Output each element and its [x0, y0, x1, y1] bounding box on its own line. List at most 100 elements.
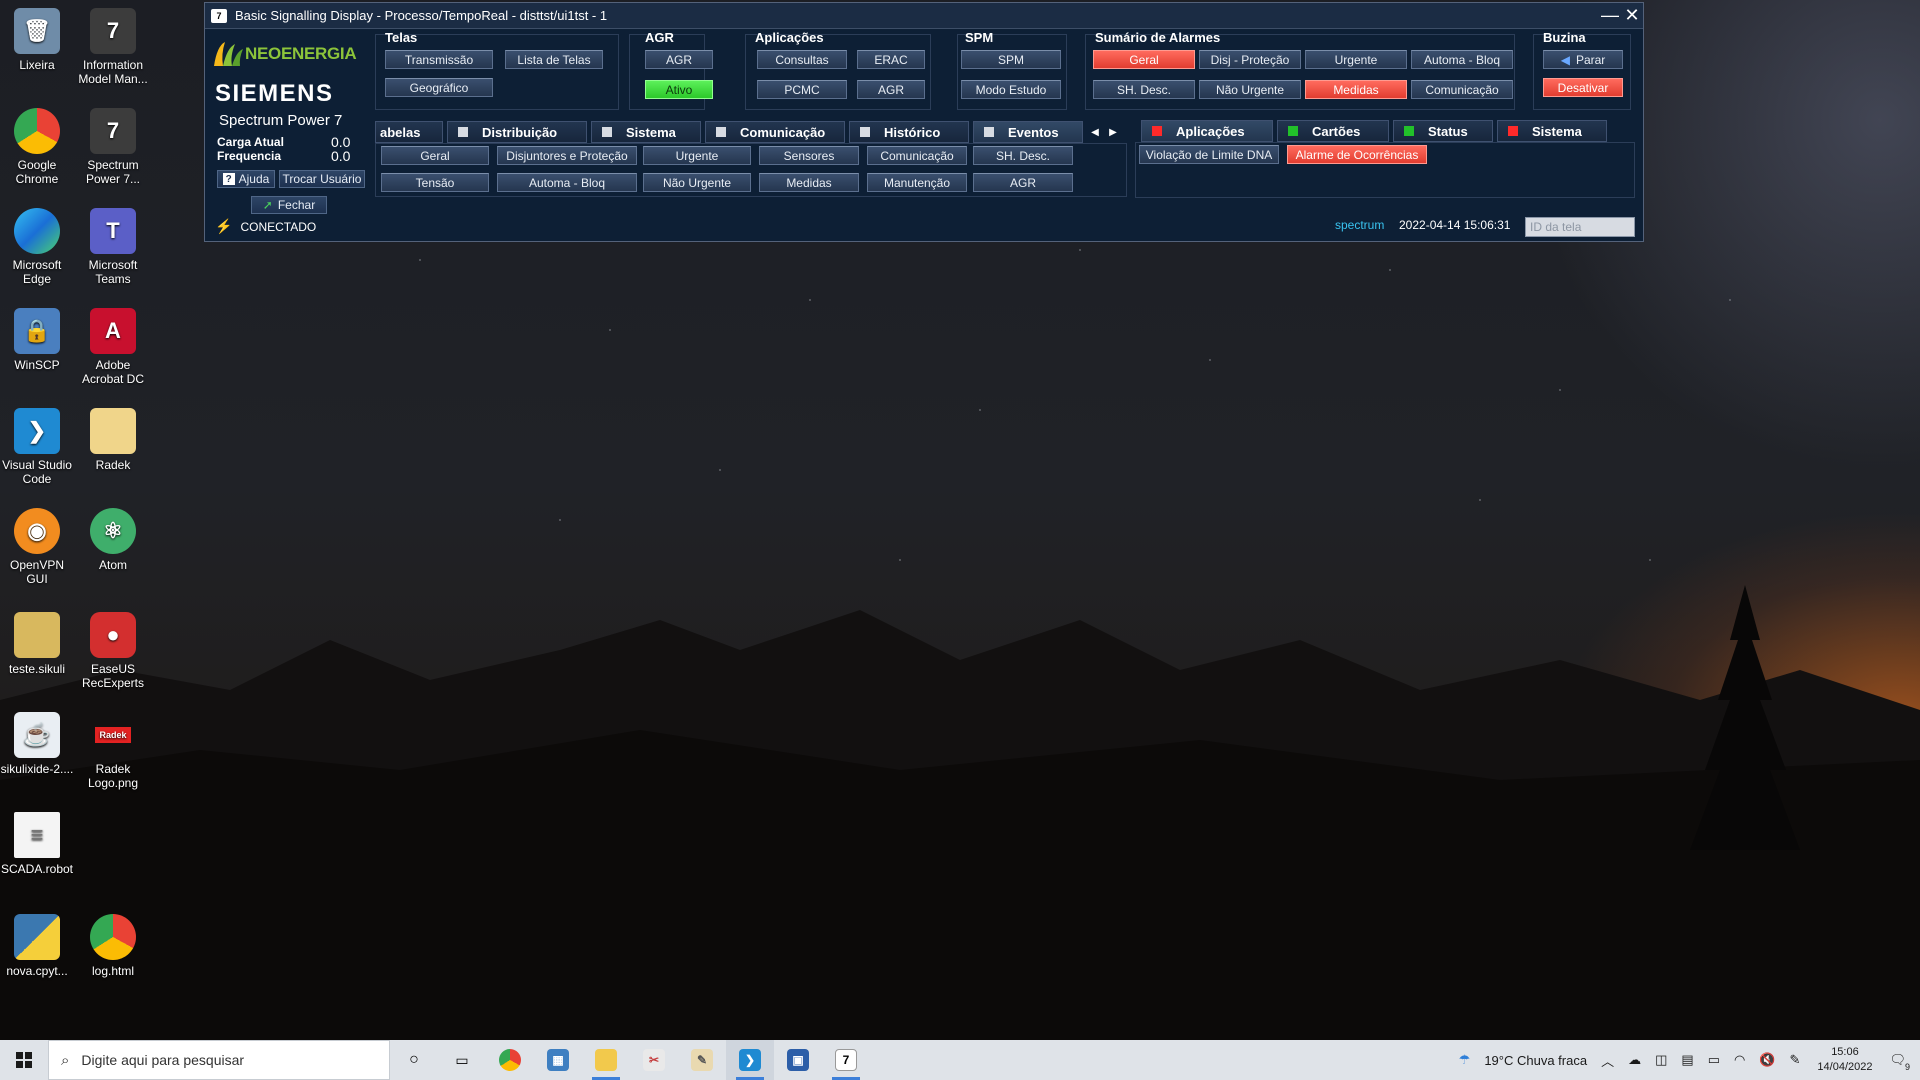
tab-distribuicao[interactable]: Distribuição [447, 121, 587, 143]
alarme-ocorrencias-button[interactable]: Alarme de Ocorrências [1287, 145, 1427, 164]
erac-button[interactable]: ERAC [857, 50, 925, 69]
evento-comunicacao-button[interactable]: Comunicação [867, 146, 967, 165]
evento-geral-button[interactable]: Geral [381, 146, 489, 165]
taskbar-snip-tool[interactable]: ✂ [630, 1040, 678, 1080]
shortcut-label: log.html [91, 964, 135, 978]
vscode-shortcut[interactable]: ❯ Visual Studio Code [0, 408, 74, 486]
evento-manutencao-button[interactable]: Manutenção [867, 173, 967, 192]
monitor-icon[interactable]: ◫ [1655, 1052, 1667, 1068]
winscp-shortcut[interactable]: 🔒 WinSCP [0, 308, 74, 372]
window-titlebar[interactable]: 7 Basic Signalling Display - Processo/Te… [205, 3, 1643, 29]
chevron-up-icon[interactable]: ︿ [1601, 1051, 1614, 1070]
tab-historico[interactable]: Histórico [849, 121, 969, 143]
teams-shortcut[interactable]: T Microsoft Teams [76, 208, 150, 286]
taskbar-chrome[interactable] [486, 1040, 534, 1080]
radek-logo-shortcut[interactable]: Radek Radek Logo.png [76, 712, 150, 790]
log-html-shortcut[interactable]: log.html [76, 914, 150, 978]
desativar-buzina-button[interactable]: Desativar [1543, 78, 1623, 97]
alarme-geral-button[interactable]: Geral [1093, 50, 1195, 69]
parar-buzina-button[interactable]: ◀ Parar [1543, 50, 1623, 69]
taskbar-clock[interactable]: 15:06 14/04/2022 [1817, 1045, 1872, 1075]
nova-cpyt-shortcut[interactable]: nova.cpyt... [0, 914, 74, 978]
alarme-disj-protecao-button[interactable]: Disj - Proteção [1199, 50, 1301, 69]
agr-ativo-indicator[interactable]: Ativo [645, 80, 713, 99]
evento-sensores-button[interactable]: Sensores [759, 146, 859, 165]
trocar-usuario-button[interactable]: Trocar Usuário [279, 170, 365, 188]
tab-comunicacao[interactable]: Comunicação [705, 121, 845, 143]
chrome-shortcut[interactable]: Google Chrome [0, 108, 74, 186]
evento-medidas-button[interactable]: Medidas [759, 173, 859, 192]
alarme-urgente-button[interactable]: Urgente [1305, 50, 1407, 69]
volume-muted-icon[interactable]: 🔇 [1759, 1052, 1775, 1068]
display-icon[interactable]: ▤ [1681, 1052, 1693, 1068]
tab-scroll-right-icon[interactable]: ▶ [1105, 123, 1121, 141]
evento-nao-urgente-button[interactable]: Não Urgente [643, 173, 751, 192]
evento-automa-bloq-button[interactable]: Automa - Bloq [497, 173, 637, 192]
alarme-sh-desc-button[interactable]: SH. Desc. [1093, 80, 1195, 99]
wifi-icon[interactable]: ◠ [1734, 1052, 1745, 1068]
evento-disjuntores-button[interactable]: Disjuntores e Proteção [497, 146, 637, 165]
taskbar-network-tool[interactable]: ▦ [534, 1040, 582, 1080]
modo-estudo-button[interactable]: Modo Estudo [961, 80, 1061, 99]
taskbar-search[interactable]: ⌕ Digite aqui para pesquisar [48, 1040, 390, 1080]
fechar-button[interactable]: ➚ Fechar [251, 196, 327, 214]
evento-urgente-button[interactable]: Urgente [643, 146, 751, 165]
onedrive-icon[interactable]: ☁ [1628, 1052, 1641, 1068]
tab-aplicacoes[interactable]: Aplicações [1141, 120, 1273, 142]
taskbar-file-explorer[interactable] [582, 1040, 630, 1080]
information-model-shortcut[interactable]: 7 Information Model Man... [76, 8, 150, 86]
spectrum-power-shortcut[interactable]: 7 Spectrum Power 7... [76, 108, 150, 186]
consultas-button[interactable]: Consultas [757, 50, 847, 69]
tab-alarm-indicator [1508, 126, 1518, 136]
recycle-bin-shortcut[interactable]: 🗑 Lixeira [0, 8, 74, 72]
id-da-tela-input[interactable]: ID da tela [1525, 217, 1635, 237]
radek-folder-shortcut[interactable]: Radek [76, 408, 150, 472]
alarme-nao-urgente-button[interactable]: Não Urgente [1199, 80, 1301, 99]
lista-de-telas-button[interactable]: Lista de Telas [505, 50, 603, 69]
pcmc-button[interactable]: PCMC [757, 80, 847, 99]
battery-icon[interactable]: ▭ [1708, 1052, 1720, 1068]
tab-status[interactable]: Status [1393, 120, 1493, 142]
evento-tensao-button[interactable]: Tensão [381, 173, 489, 192]
tab-cartoes[interactable]: Cartões [1277, 120, 1389, 142]
atom-shortcut[interactable]: ⚛ Atom [76, 508, 150, 572]
scada-robot-shortcut[interactable]: ≡ SCADA.robot [0, 812, 74, 876]
ajuda-button[interactable]: ? Ajuda [217, 170, 275, 188]
taskbar-remote-desktop[interactable]: ▣ [774, 1040, 822, 1080]
teste-sikuli-shortcut[interactable]: teste.sikuli [0, 612, 74, 676]
close-button[interactable]: ✕ [1621, 5, 1643, 27]
sikulixide-shortcut[interactable]: ☕ sikulixide-2.... [0, 712, 74, 776]
spm-button[interactable]: SPM [961, 50, 1061, 69]
alarm-summary-title: Sumário de Alarmes [1095, 30, 1221, 45]
alarme-comunicacao-button[interactable]: Comunicação [1411, 80, 1513, 99]
taskbar-paint[interactable]: ✎ [678, 1040, 726, 1080]
alarme-automa-bloq-button[interactable]: Automa - Bloq [1411, 50, 1513, 69]
taskbar-spectrum[interactable]: 7 [822, 1040, 870, 1080]
tab-sistema[interactable]: Sistema [591, 121, 701, 143]
taskbar-vscode[interactable]: ❯ [726, 1040, 774, 1080]
minimize-button[interactable]: — [1599, 5, 1621, 27]
cortana-button[interactable]: ○ [390, 1040, 438, 1080]
weather-text[interactable]: 19°C Chuva fraca [1484, 1053, 1587, 1068]
agr-button[interactable]: AGR [645, 50, 713, 69]
violacao-limite-button[interactable]: Violação de Limite DNA [1139, 145, 1279, 164]
start-button[interactable] [0, 1040, 48, 1080]
tab-tabelas[interactable]: abelas [375, 121, 443, 143]
tab-ok-indicator [1404, 126, 1414, 136]
tab-scroll-left-icon[interactable]: ◀ [1087, 123, 1103, 141]
aplicacoes-agr-button[interactable]: AGR [857, 80, 925, 99]
evento-agr-button[interactable]: AGR [973, 173, 1073, 192]
tab-eventos[interactable]: Eventos [973, 121, 1083, 143]
transmissao-button[interactable]: Transmissão [385, 50, 493, 69]
openvpn-shortcut[interactable]: ◉ OpenVPN GUI [0, 508, 74, 586]
tab-sistema-right[interactable]: Sistema [1497, 120, 1607, 142]
geografico-button[interactable]: Geográfico [385, 78, 493, 97]
alarme-medidas-button[interactable]: Medidas [1305, 80, 1407, 99]
easeus-shortcut[interactable]: ● EaseUS RecExperts [76, 612, 150, 690]
acrobat-shortcut[interactable]: A Adobe Acrobat DC [76, 308, 150, 386]
evento-sh-desc-button[interactable]: SH. Desc. [973, 146, 1073, 165]
pen-icon[interactable]: ✎ [1790, 1052, 1801, 1068]
notifications-button[interactable]: 🗨 9 [1889, 1052, 1910, 1072]
edge-shortcut[interactable]: Microsoft Edge [0, 208, 74, 286]
task-view-button[interactable]: ▭ [438, 1040, 486, 1080]
